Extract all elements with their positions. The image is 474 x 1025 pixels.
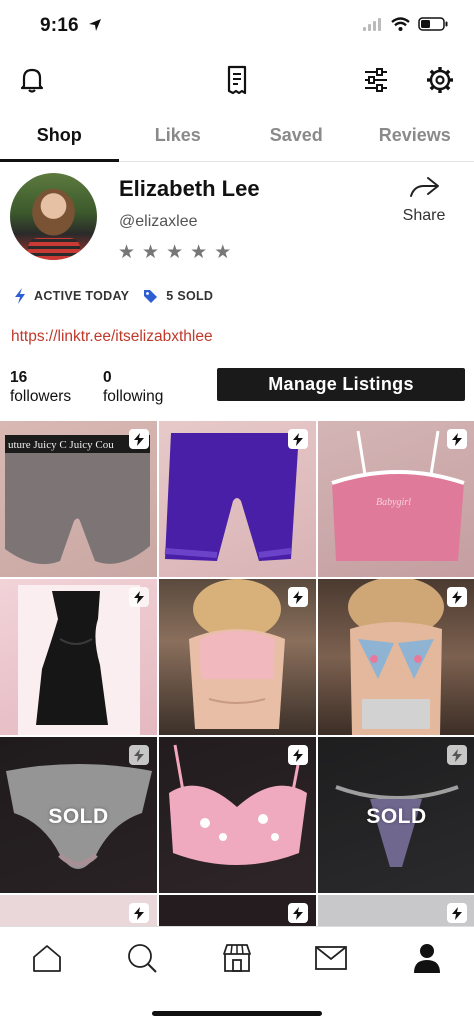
listings-grid: uture Juicy C Juicy Cou Babygirl SOLD SO… <box>0 421 474 926</box>
seller-badges: ACTIVE TODAY 5 SOLD <box>14 288 227 304</box>
star-icon: ★ <box>142 242 160 263</box>
star-icon: ★ <box>118 242 136 263</box>
share-button[interactable]: Share <box>398 176 450 225</box>
mail-icon[interactable] <box>314 941 348 975</box>
quick-buy-badge <box>447 429 467 449</box>
active-badge: ACTIVE TODAY <box>14 288 129 304</box>
following-label: following <box>103 388 164 405</box>
lightning-icon <box>293 432 303 446</box>
avatar[interactable] <box>10 173 97 260</box>
sold-badge: 5 SOLD <box>143 289 213 304</box>
lightning-icon <box>134 590 144 604</box>
quick-buy-badge <box>288 587 308 607</box>
profile-tabs: Shop Likes Saved Reviews <box>0 112 474 162</box>
sold-label: SOLD <box>48 805 109 828</box>
clock-text: 9:16 <box>40 15 79 36</box>
bottom-nav <box>0 926 474 1025</box>
quick-buy-badge <box>447 745 467 765</box>
profile-icon[interactable] <box>410 941 444 975</box>
tab-shop[interactable]: Shop <box>0 112 119 162</box>
quick-buy-badge <box>129 745 149 765</box>
star-icon: ★ <box>190 242 208 263</box>
followers-label: followers <box>10 388 72 405</box>
rating-stars[interactable]: ★ ★ ★ ★ ★ <box>118 241 231 264</box>
lightning-icon <box>452 590 462 604</box>
listing-tile[interactable] <box>318 895 474 926</box>
sliders-icon[interactable] <box>360 64 392 96</box>
gear-icon[interactable] <box>424 64 456 96</box>
home-indicator <box>152 1011 322 1016</box>
listing-tile[interactable] <box>0 895 157 926</box>
listing-tile[interactable] <box>159 579 316 735</box>
quick-buy-badge <box>129 429 149 449</box>
listing-tile[interactable] <box>159 895 316 926</box>
listing-tile[interactable] <box>159 737 316 893</box>
lightning-icon <box>293 590 303 604</box>
sold-label: SOLD <box>366 805 427 828</box>
profile-header: Elizabeth Lee @elizaxlee ★ ★ ★ ★ ★ Share… <box>0 163 474 421</box>
svg-text:Babygirl: Babygirl <box>376 497 411 508</box>
quick-buy-badge <box>288 429 308 449</box>
star-icon: ★ <box>166 242 184 263</box>
tab-saved[interactable]: Saved <box>237 112 356 161</box>
status-indicators <box>363 17 448 31</box>
profile-link[interactable]: https://linktr.ee/itselizabxthlee <box>11 328 213 346</box>
followers-stat[interactable]: 16 followers <box>10 368 71 406</box>
signal-icon <box>363 17 381 31</box>
quick-buy-badge <box>447 587 467 607</box>
lightning-icon <box>134 906 144 920</box>
quick-buy-badge <box>129 587 149 607</box>
quick-buy-badge <box>447 903 467 923</box>
star-icon: ★ <box>214 242 232 263</box>
lightning-icon <box>15 288 25 304</box>
receipt-icon[interactable] <box>221 64 253 96</box>
top-toolbar <box>0 54 474 110</box>
quick-buy-badge <box>288 745 308 765</box>
svg-text:uture Juicy C Juicy Cou: uture Juicy C Juicy Cou <box>8 439 114 451</box>
tag-icon <box>144 289 158 303</box>
tab-likes[interactable]: Likes <box>119 112 238 161</box>
profile-handle: @elizaxlee <box>119 213 198 230</box>
lightning-icon <box>293 748 303 762</box>
listing-tile[interactable]: uture Juicy C Juicy Cou <box>0 421 157 577</box>
home-icon[interactable] <box>30 941 64 975</box>
profile-name: Elizabeth Lee <box>119 176 260 201</box>
location-arrow-icon <box>89 19 102 31</box>
sold-count-label: 5 SOLD <box>166 289 214 303</box>
listing-tile[interactable]: SOLD <box>0 737 157 893</box>
wifi-icon <box>391 17 410 31</box>
share-label: Share <box>402 207 446 224</box>
listing-tile[interactable] <box>159 421 316 577</box>
lightning-icon <box>293 906 303 920</box>
listing-tile[interactable]: SOLD <box>318 737 474 893</box>
lightning-icon <box>452 432 462 446</box>
quick-buy-badge <box>129 903 149 923</box>
share-arrow-icon <box>410 177 439 197</box>
followers-count: 16 <box>10 369 28 386</box>
lightning-icon <box>452 906 462 920</box>
following-count: 0 <box>103 369 112 386</box>
store-icon[interactable] <box>220 941 254 975</box>
bell-icon[interactable] <box>16 64 48 96</box>
tab-reviews[interactable]: Reviews <box>356 112 474 161</box>
status-time: 9:16 <box>40 15 102 37</box>
listing-tile[interactable]: Babygirl <box>318 421 474 577</box>
status-bar: 9:16 <box>0 0 474 54</box>
battery-icon <box>418 17 448 31</box>
lightning-icon <box>134 432 144 446</box>
lightning-icon <box>452 748 462 762</box>
following-stat[interactable]: 0 following <box>103 368 163 406</box>
quick-buy-badge <box>288 903 308 923</box>
listing-tile[interactable] <box>318 579 474 735</box>
listing-tile[interactable] <box>0 579 157 735</box>
manage-listings-button[interactable]: Manage Listings <box>217 368 465 401</box>
search-icon[interactable] <box>125 941 159 975</box>
lightning-icon <box>134 748 144 762</box>
active-label: ACTIVE TODAY <box>34 289 130 303</box>
